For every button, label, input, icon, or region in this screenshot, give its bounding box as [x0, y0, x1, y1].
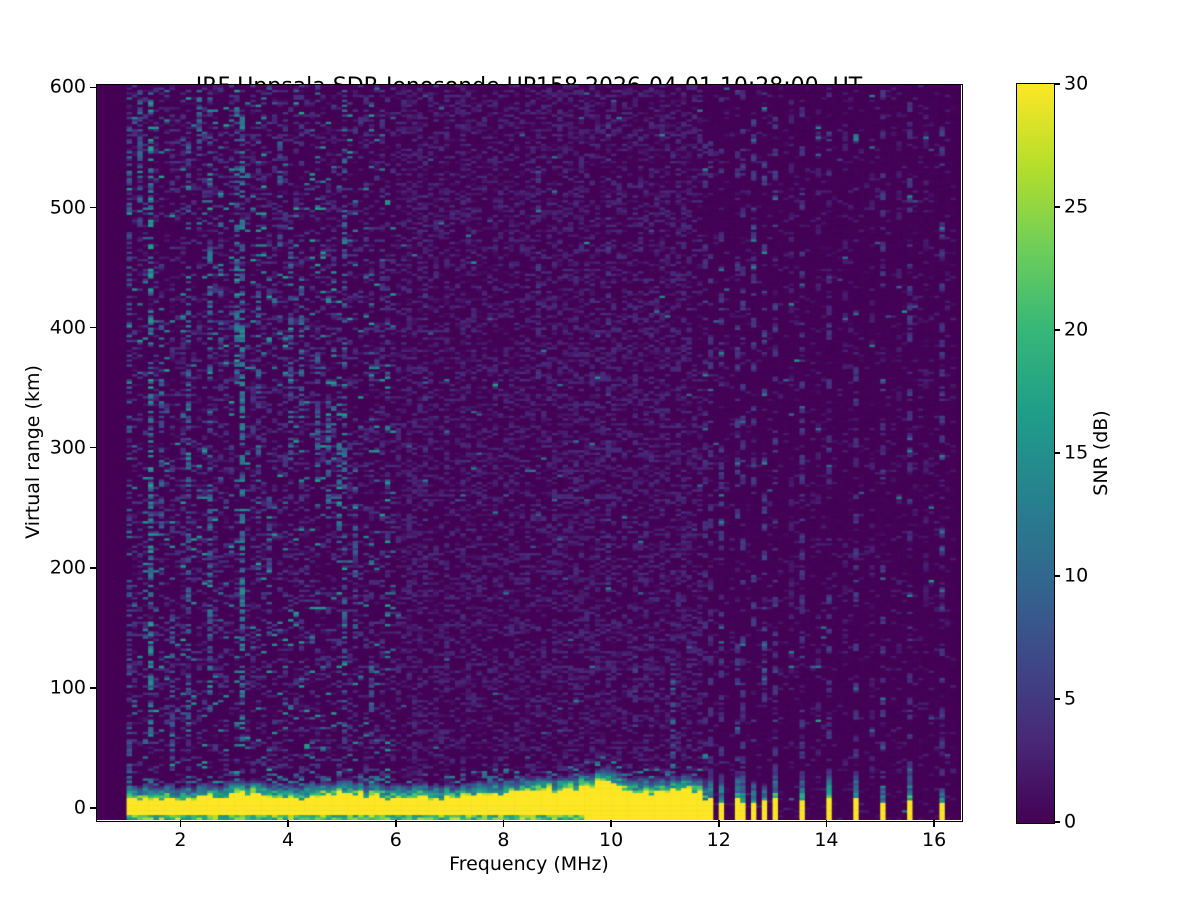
colorbar-tick-mark [1055, 575, 1060, 577]
colorbar-tick-mark [1055, 206, 1060, 208]
y-tick-label: 400 [50, 318, 86, 337]
x-tick-label: 14 [814, 831, 838, 850]
x-tick-mark [287, 820, 289, 827]
x-tick-label: 12 [707, 831, 731, 850]
colorbar-tick-mark [1055, 821, 1060, 823]
x-tick-mark [610, 820, 612, 827]
x-tick-label: 6 [390, 831, 402, 850]
x-tick-label: 4 [282, 831, 294, 850]
y-axis-label: Virtual range (km) [22, 365, 44, 539]
colorbar-tick-label: 5 [1064, 690, 1076, 709]
y-tick-mark [90, 327, 97, 329]
colorbar [1016, 83, 1055, 824]
x-tick-mark [180, 820, 182, 827]
y-tick-label: 200 [50, 558, 86, 577]
x-tick-mark [826, 820, 828, 827]
colorbar-tick-mark [1055, 698, 1060, 700]
y-tick-mark [90, 567, 97, 569]
colorbar-tick-label: 25 [1064, 198, 1088, 217]
y-tick-mark [90, 207, 97, 209]
ionogram-figure: IRF Uppsala SDR Ionosonde UP158 2026-04-… [0, 0, 1200, 900]
x-tick-mark [933, 820, 935, 827]
y-tick-mark [90, 447, 97, 449]
x-tick-label: 16 [922, 831, 946, 850]
x-axis-label: Frequency (MHz) [97, 853, 961, 875]
y-tick-label: 300 [50, 438, 86, 457]
y-tick-label: 100 [50, 678, 86, 697]
y-tick-label: 500 [50, 198, 86, 217]
colorbar-label: SNR (dB) [1090, 410, 1112, 495]
colorbar-tick-label: 15 [1064, 444, 1088, 463]
x-tick-mark [395, 820, 397, 827]
colorbar-tick-label: 30 [1064, 75, 1088, 94]
colorbar-tick-label: 10 [1064, 567, 1088, 586]
x-tick-label: 8 [497, 831, 509, 850]
ionogram-heatmap [97, 85, 961, 820]
x-tick-mark [503, 820, 505, 827]
y-tick-mark [90, 807, 97, 809]
colorbar-tick-mark [1055, 83, 1060, 85]
colorbar-tick-mark [1055, 329, 1060, 331]
x-tick-label: 2 [174, 831, 186, 850]
y-tick-label: 0 [74, 798, 86, 817]
colorbar-tick-label: 0 [1064, 813, 1076, 832]
y-tick-mark [90, 687, 97, 689]
colorbar-tick-label: 20 [1064, 321, 1088, 340]
x-tick-mark [718, 820, 720, 827]
y-tick-label: 600 [50, 78, 86, 97]
y-tick-mark [90, 87, 97, 89]
x-tick-label: 10 [599, 831, 623, 850]
colorbar-tick-mark [1055, 452, 1060, 454]
